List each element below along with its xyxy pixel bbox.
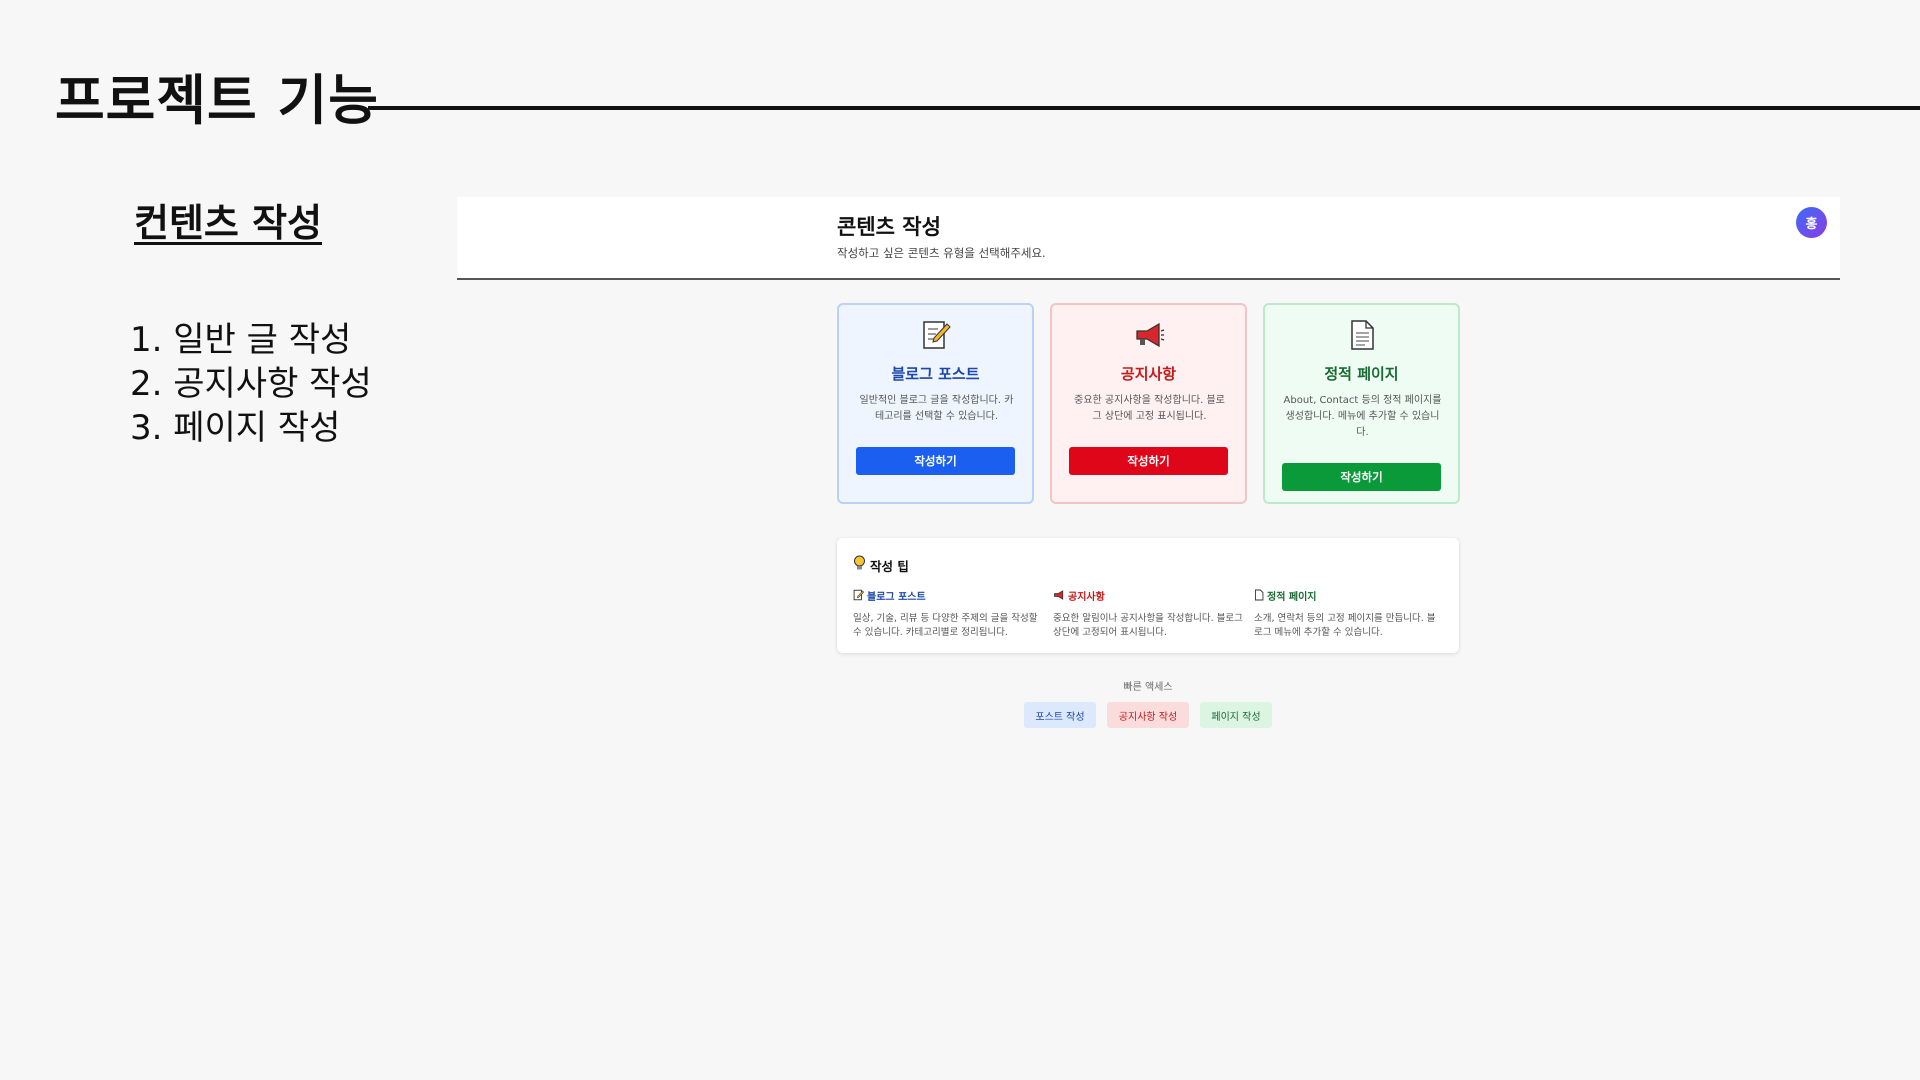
tip-item: 블로그 포스트 일상, 기술, 리뷰 등 다양한 주제의 글을 작성할 수 있습…	[853, 586, 1043, 640]
tip-text: 중요한 알림이나 공지사항을 작성합니다. 블로그 상단에 고정되어 표시됩니다…	[1053, 613, 1243, 638]
tip-heading: 블로그 포스트	[853, 586, 1043, 605]
page-icon	[1254, 586, 1264, 605]
card-title: 정적 페이지	[1324, 365, 1399, 383]
app-screenshot: 콘텐츠 작성 작성하고 싶은 콘텐츠 유형을 선택해주세요. 홍 블로그 포스트…	[457, 197, 1840, 757]
megaphone-icon	[1053, 586, 1065, 605]
card-title: 블로그 포스트	[891, 365, 980, 383]
feature-list: 1. 일반 글 작성 2. 공지사항 작성 3. 페이지 작성	[130, 318, 372, 450]
slide-title: 프로젝트 기능	[55, 69, 379, 132]
tip-heading: 공지사항	[1053, 586, 1243, 605]
blog-post-card[interactable]: 블로그 포스트 일반적인 블로그 글을 작성합니다. 카테고리를 선택할 수 있…	[837, 303, 1034, 504]
avatar[interactable]: 홍	[1796, 207, 1827, 238]
feature-item: 1. 일반 글 작성	[130, 320, 352, 360]
title-divider	[368, 106, 1920, 110]
tip-item: 정적 페이지 소개, 연락처 등의 고정 페이지를 만듭니다. 블로그 메뉴에 …	[1254, 586, 1444, 640]
card-title: 공지사항	[1120, 365, 1177, 383]
tips-header: 작성 팁	[853, 555, 909, 575]
section-title: 컨텐츠 작성	[134, 201, 323, 245]
feature-item: 2. 공지사항 작성	[130, 364, 372, 404]
megaphone-icon	[1052, 319, 1245, 351]
memo-icon	[853, 586, 865, 605]
card-description: 일반적인 블로그 글을 작성합니다. 카테고리를 선택할 수 있습니다.	[859, 395, 1014, 422]
app-header: 콘텐츠 작성 작성하고 싶은 콘텐츠 유형을 선택해주세요. 홍	[457, 197, 1840, 280]
writing-tips-panel: 작성 팁 블로그 포스트 일상, 기술, 리뷰 등 다양한 주제의 글을 작성할…	[837, 538, 1459, 653]
quick-notice-link[interactable]: 공지사항 작성	[1107, 702, 1189, 728]
write-notice-button[interactable]: 작성하기	[1069, 447, 1228, 475]
tip-text: 일상, 기술, 리뷰 등 다양한 주제의 글을 작성할 수 있습니다. 카테고리…	[853, 613, 1038, 638]
tips-title: 작성 팁	[870, 558, 909, 574]
tip-text: 소개, 연락처 등의 고정 페이지를 만듭니다. 블로그 메뉴에 추가할 수 있…	[1254, 613, 1436, 638]
notice-card[interactable]: 공지사항 중요한 공지사항을 작성합니다. 블로그 상단에 고정 표시됩니다. …	[1050, 303, 1247, 504]
quick-access-label: 빠른 액세스	[1123, 682, 1173, 693]
page-title: 콘텐츠 작성	[837, 215, 941, 239]
tip-label: 블로그 포스트	[867, 592, 926, 603]
write-static-page-button[interactable]: 작성하기	[1282, 463, 1441, 491]
lightbulb-icon	[853, 555, 866, 575]
tip-label: 정적 페이지	[1267, 592, 1317, 603]
card-description: About, Contact 등의 정적 페이지를 생성합니다. 메뉴에 추가할…	[1283, 395, 1442, 438]
page-subtitle: 작성하고 싶은 콘텐츠 유형을 선택해주세요.	[837, 246, 1046, 260]
card-description: 중요한 공지사항을 작성합니다. 블로그 상단에 고정 표시됩니다.	[1074, 395, 1225, 422]
write-blog-post-button[interactable]: 작성하기	[856, 447, 1015, 475]
page-icon	[1265, 319, 1458, 351]
tip-label: 공지사항	[1068, 592, 1105, 603]
quick-page-link[interactable]: 페이지 작성	[1200, 702, 1272, 728]
static-page-card[interactable]: 정적 페이지 About, Contact 등의 정적 페이지를 생성합니다. …	[1263, 303, 1460, 504]
memo-icon	[839, 319, 1032, 351]
feature-item: 3. 페이지 작성	[130, 408, 341, 448]
quick-post-link[interactable]: 포스트 작성	[1024, 702, 1096, 728]
tip-heading: 정적 페이지	[1254, 586, 1444, 605]
tip-item: 공지사항 중요한 알림이나 공지사항을 작성합니다. 블로그 상단에 고정되어 …	[1053, 586, 1243, 640]
